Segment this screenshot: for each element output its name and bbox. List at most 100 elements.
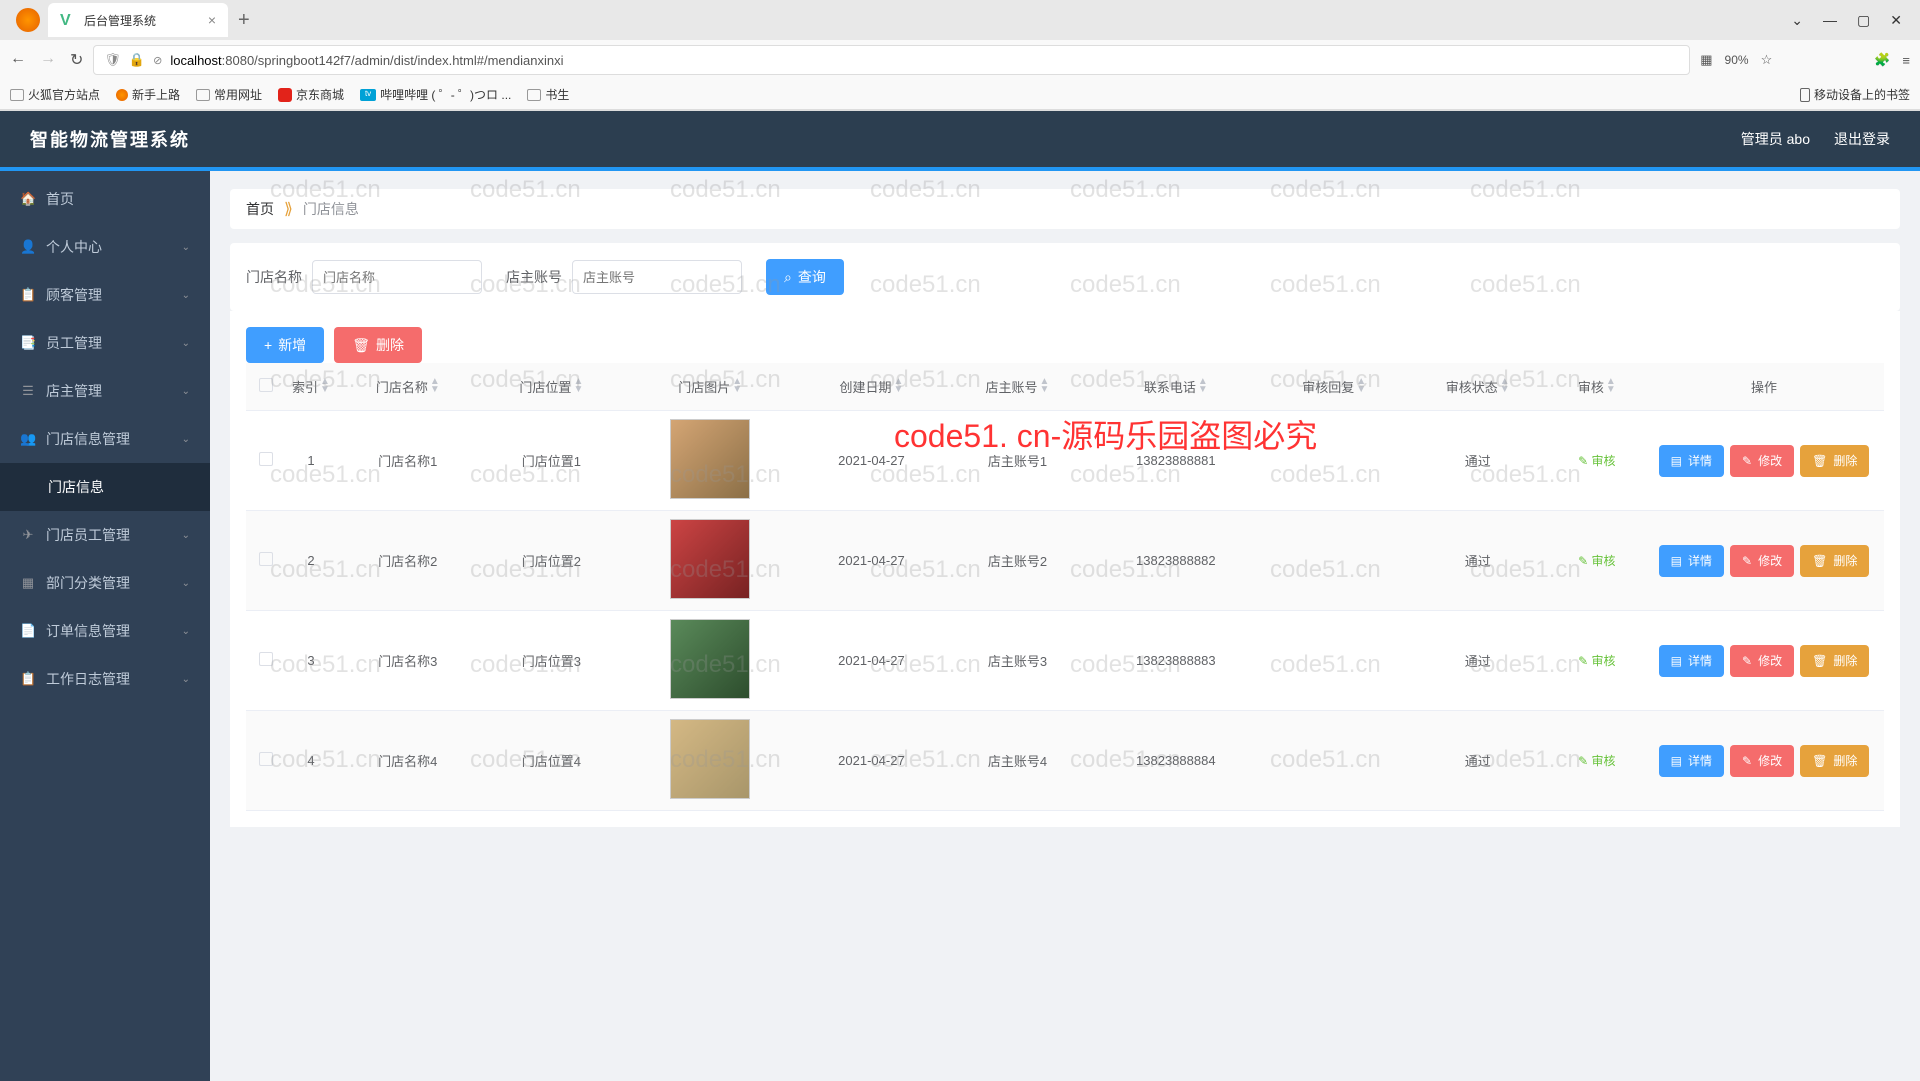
watermark-grey: code51.cn <box>670 271 781 299</box>
edit-button[interactable]: ✎ 修改 <box>1730 545 1794 577</box>
menu-icon: ▦ <box>20 575 36 591</box>
mobile-bookmarks[interactable]: 移动设备上的书签 <box>1800 86 1910 103</box>
firefox-icon[interactable] <box>16 8 40 32</box>
dropdown-icon[interactable]: ⌄ <box>1791 12 1803 29</box>
chevron-down-icon: ⌄ <box>182 242 190 253</box>
tab-bar: V 后台管理系统 × + ⌄ — ▢ ✕ <box>0 0 1920 40</box>
menu-label: 首页 <box>46 189 74 209</box>
audit-link[interactable]: ✎ 审核 <box>1578 754 1615 768</box>
watermark-grey: code51.cn <box>1070 271 1181 299</box>
refresh-button[interactable]: ↻ <box>70 50 83 70</box>
watermark-grey: code51.cn <box>1470 651 1581 679</box>
tab-favicon-icon: V <box>60 12 76 28</box>
watermark-grey: code51.cn <box>1270 366 1381 394</box>
chevron-down-icon: ⌄ <box>182 434 190 445</box>
sort-icon[interactable]: ▲▼ <box>1040 378 1050 394</box>
sort-icon[interactable]: ▲▼ <box>1606 378 1616 394</box>
extension-icon[interactable]: 🧩 <box>1874 52 1890 68</box>
detail-button[interactable]: ▤ 详情 <box>1659 445 1724 477</box>
sidebar-item-6[interactable]: 门店信息 <box>0 463 210 511</box>
audit-link[interactable]: ✎ 审核 <box>1578 554 1615 568</box>
sort-icon[interactable]: ▲▼ <box>430 378 440 394</box>
detail-icon: ▤ <box>1671 754 1682 768</box>
sidebar: 🏠首页👤个人中心⌄📋顾客管理⌄📑员工管理⌄☰店主管理⌄👥门店信息管理⌄门店信息✈… <box>0 111 210 1081</box>
sidebar-item-1[interactable]: 👤个人中心⌄ <box>0 223 210 271</box>
close-window-button[interactable]: ✕ <box>1890 12 1902 29</box>
sidebar-item-9[interactable]: 📄订单信息管理⌄ <box>0 607 210 655</box>
menu-icon: 📋 <box>20 287 36 303</box>
watermark-grey: code51.cn <box>470 271 581 299</box>
minimize-button[interactable]: — <box>1823 12 1837 29</box>
watermark-grey: code51.cn <box>270 461 381 489</box>
audit-link[interactable]: ✎ 审核 <box>1578 454 1615 468</box>
row-delete-button[interactable]: 🗑 删除 <box>1800 745 1869 777</box>
menu-label: 门店信息管理 <box>46 429 130 449</box>
col-header-11[interactable]: 操作 <box>1644 363 1884 411</box>
watermark-grey: code51.cn <box>470 461 581 489</box>
detail-button[interactable]: ▤ 详情 <box>1659 545 1724 577</box>
chevron-down-icon: ⌄ <box>182 530 190 541</box>
shield-icon[interactable]: 🛡 <box>104 52 121 68</box>
app-header: 智能物流管理系统 管理员 abo 退出登录 <box>0 111 1920 171</box>
detail-button[interactable]: ▤ 详情 <box>1659 745 1724 777</box>
watermark-grey: code51.cn <box>270 366 381 394</box>
sidebar-item-5[interactable]: 👥门店信息管理⌄ <box>0 415 210 463</box>
edit-button[interactable]: ✎ 修改 <box>1730 645 1794 677</box>
sidebar-item-7[interactable]: ✈ 门店员工管理 ⌄ <box>0 511 210 559</box>
detail-button[interactable]: ▤ 详情 <box>1659 645 1724 677</box>
new-tab-button[interactable]: + <box>238 9 250 32</box>
url-field[interactable]: 🛡 🔒 ⊘ localhost:8080/springboot142f7/adm… <box>93 45 1690 75</box>
sidebar-item-3[interactable]: 📑员工管理⌄ <box>0 319 210 367</box>
browser-chrome: V 后台管理系统 × + ⌄ — ▢ ✕ ← → ↻ 🛡 🔒 ⊘ localho… <box>0 0 1920 111</box>
row-delete-button[interactable]: 🗑 删除 <box>1800 645 1869 677</box>
tab-close-icon[interactable]: × <box>208 12 216 28</box>
row-delete-button[interactable]: 🗑 删除 <box>1800 445 1869 477</box>
logout-link[interactable]: 退出登录 <box>1834 129 1890 149</box>
watermark-grey: code51.cn <box>470 746 581 774</box>
row-delete-button[interactable]: 🗑 删除 <box>1800 545 1869 577</box>
trash-icon: 🗑 <box>352 337 370 354</box>
bookmark-bilibili[interactable]: tv哔哩哔哩 ( ゜- ゜)つロ ... <box>360 86 511 103</box>
pencil-icon: ✎ <box>1742 554 1752 568</box>
sidebar-item-8[interactable]: ▦部门分类管理⌄ <box>0 559 210 607</box>
watermark-grey: code51.cn <box>1270 461 1381 489</box>
menu-label: 门店员工管理 <box>46 525 130 545</box>
bookmark-jd[interactable]: 京东商城 <box>278 86 344 103</box>
watermark-grey: code51.cn <box>870 461 981 489</box>
edit-button[interactable]: ✎ 修改 <box>1730 445 1794 477</box>
user-label[interactable]: 管理员 abo <box>1741 129 1810 149</box>
watermark-grey: code51.cn <box>670 651 781 679</box>
sidebar-item-10[interactable]: 📋工作日志管理⌄ <box>0 655 210 703</box>
audit-link[interactable]: ✎ 审核 <box>1578 654 1615 668</box>
permission-icon[interactable]: ⊘ <box>153 54 162 67</box>
bookmark-common-sites[interactable]: 常用网址 <box>196 86 262 103</box>
sidebar-item-2[interactable]: 📋顾客管理⌄ <box>0 271 210 319</box>
edit-button[interactable]: ✎ 修改 <box>1730 745 1794 777</box>
zoom-level[interactable]: 90% <box>1725 53 1749 67</box>
add-button[interactable]: +新增 <box>246 327 324 363</box>
back-button[interactable]: ← <box>10 50 26 70</box>
sort-icon[interactable]: ▲▼ <box>1198 378 1208 394</box>
action-row: +新增 🗑删除 <box>230 311 1900 363</box>
bookmark-shusheng[interactable]: 书生 <box>527 86 569 103</box>
lock-icon[interactable]: 🔒 <box>129 52 145 68</box>
maximize-button[interactable]: ▢ <box>1857 12 1870 29</box>
menu-icon: ✈ <box>20 527 36 543</box>
browser-tab[interactable]: V 后台管理系统 × <box>48 3 228 37</box>
bookmark-firefox-official[interactable]: 火狐官方站点 <box>10 86 100 103</box>
delete-button[interactable]: 🗑删除 <box>334 327 422 363</box>
bookmark-star-icon[interactable]: ☆ <box>1761 52 1773 68</box>
watermark-grey: code51.cn <box>1470 366 1581 394</box>
watermark-grey: code51.cn <box>1270 651 1381 679</box>
watermark-grey: code51.cn <box>270 651 381 679</box>
menu-icon[interactable]: ≡ <box>1902 53 1910 68</box>
sidebar-item-0[interactable]: 🏠首页 <box>0 175 210 223</box>
watermark-grey: code51.cn <box>1470 556 1581 584</box>
sidebar-item-4[interactable]: ☰店主管理⌄ <box>0 367 210 415</box>
watermark-grey: code51.cn <box>870 746 981 774</box>
watermark-grey: code51.cn <box>870 651 981 679</box>
bookmark-getting-started[interactable]: 新手上路 <box>116 86 180 103</box>
qr-icon[interactable]: ▦ <box>1700 52 1712 68</box>
watermark-grey: code51.cn <box>1270 271 1381 299</box>
forward-button[interactable]: → <box>40 50 56 70</box>
